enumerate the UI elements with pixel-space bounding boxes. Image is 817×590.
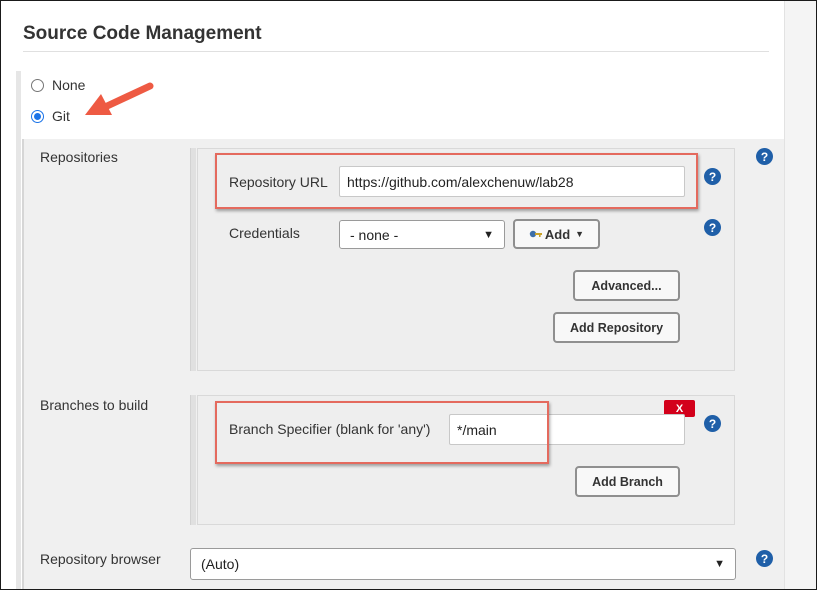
caret-down-icon: ▼ bbox=[575, 229, 585, 239]
scm-option-none[interactable]: None bbox=[31, 77, 85, 93]
key-icon bbox=[529, 230, 542, 238]
scm-option-git-label: Git bbox=[52, 108, 70, 124]
repository-browser-value: (Auto) bbox=[201, 556, 240, 572]
scrollbar-track[interactable] bbox=[784, 1, 816, 589]
branches-indent-bar bbox=[190, 395, 196, 525]
none-radio[interactable] bbox=[31, 78, 44, 92]
git-indent-bar bbox=[22, 139, 24, 589]
repositories-help-icon[interactable]: ? bbox=[756, 148, 773, 165]
add-repository-button[interactable]: Add Repository bbox=[553, 312, 680, 343]
credentials-label: Credentials bbox=[229, 225, 300, 241]
add-branch-button[interactable]: Add Branch bbox=[575, 466, 680, 497]
add-button-label: Add bbox=[544, 226, 571, 242]
git-radio[interactable] bbox=[31, 109, 44, 123]
credentials-help-icon[interactable]: ? bbox=[704, 219, 721, 236]
add-credentials-button[interactable]: Add ▼ bbox=[513, 219, 600, 249]
section-indent-bar bbox=[16, 71, 21, 589]
branch-specifier-help-icon[interactable]: ? bbox=[704, 415, 721, 432]
jenkins-config-page: Source Code Management None Git Reposito… bbox=[0, 0, 817, 590]
chevron-down-icon: ▼ bbox=[483, 228, 494, 241]
scm-option-git[interactable]: Git bbox=[31, 108, 70, 124]
advanced-button[interactable]: Advanced... bbox=[573, 270, 680, 301]
chevron-down-icon: ▼ bbox=[714, 558, 725, 570]
repository-browser-label: Repository browser bbox=[40, 551, 161, 567]
repository-url-highlight bbox=[215, 153, 698, 209]
credentials-select[interactable]: - none - ▼ bbox=[339, 220, 505, 249]
repository-browser-select[interactable]: (Auto) ▼ bbox=[190, 548, 736, 580]
section-title: Source Code Management bbox=[23, 23, 262, 44]
branch-specifier-highlight bbox=[215, 401, 549, 464]
annotation-arrow-icon bbox=[85, 82, 154, 115]
repositories-label: Repositories bbox=[40, 149, 118, 165]
repository-url-help-icon[interactable]: ? bbox=[704, 168, 721, 185]
section-divider bbox=[23, 51, 769, 52]
repository-browser-help-icon[interactable]: ? bbox=[756, 550, 773, 567]
credentials-value: - none - bbox=[350, 226, 399, 243]
branches-label: Branches to build bbox=[40, 397, 149, 413]
repositories-indent-bar bbox=[190, 148, 196, 371]
